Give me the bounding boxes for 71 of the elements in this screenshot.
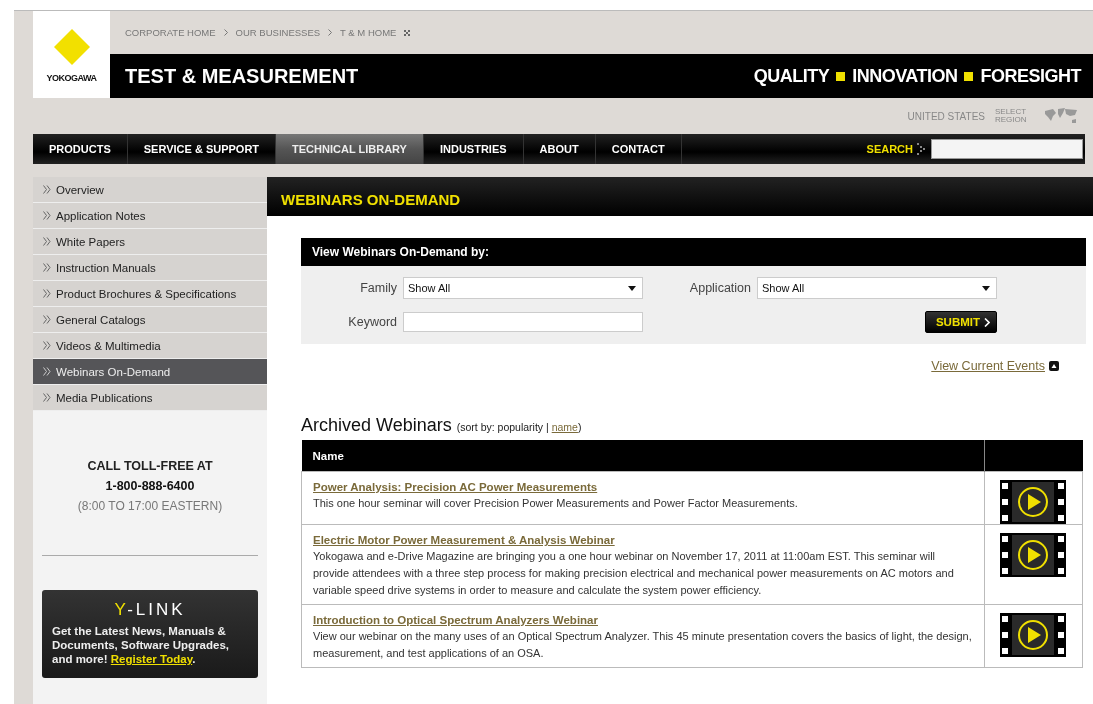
sidebar-item[interactable]: Media Publications [33,385,267,411]
video-play-icon [1000,533,1067,577]
sidebar-item[interactable]: Videos & Multimedia [33,333,267,359]
sidebar-item[interactable]: White Papers [33,229,267,255]
chevron-icon [328,29,333,36]
nav-tab[interactable]: CONTACT [595,134,682,164]
field-label: Family [360,281,397,295]
sidebar-item[interactable]: General Catalogs [33,307,267,333]
webinar-description: Yokogawa and e-Drive Magazine are bringing you a one hour webinar on November 17, 2011 at 11:00am EST. This seminar will provide attendees with a three step process for making precision electrical and mechanical power measurements on AC motors and variable speed drive systems in order to measure and calculate the system power efficiency. [313,549,955,598]
webinar-link[interactable]: Power Analysis: Precision AC Power Measurements [313,481,598,493]
square-icon [836,71,846,81]
chevron-icon [984,317,990,327]
double-chevron-icon [43,367,51,376]
tagline-word: INNOVATION [852,65,958,87]
double-chevron-icon [43,393,51,402]
current-events-link[interactable]: View Current Events [931,359,1045,373]
promo-title: Y-LINK [114,600,186,620]
up-arrow-icon [1049,361,1059,371]
square-icon [964,71,974,81]
dropdown[interactable]: Show All [757,277,997,299]
hours-text: (8:00 TO 17:00 EASTERN) [77,499,223,513]
field-label: Keyword [348,315,397,329]
webinar-description: View our webinar on the many uses of an Optical Spectrum Analyzer. This 45 minute presentation covers the basics of light, the design, measurement, and test applications of an OSA. [313,629,973,661]
search-field[interactable] [931,139,1083,159]
chevron-icon [223,29,228,36]
field-label: Application [689,281,751,295]
page-title: WEBINARS ON-DEMAND [267,177,1093,216]
video-play-icon [1000,480,1067,524]
sort-options: (sort by: popularity | name) [456,421,582,433]
nav-tab[interactable]: INDUSTRIES [423,134,524,164]
double-chevron-icon [43,211,51,220]
keyword-field[interactable] [403,312,643,332]
submit-button[interactable]: SUBMIT [924,311,997,333]
logo[interactable]: YOKOGAWA [33,11,110,98]
double-chevron-icon [43,289,51,298]
tagline-word: FORESIGHT [980,65,1081,87]
sort-link[interactable]: name [551,421,578,433]
phone-number: 1-800-888-6400 [105,479,195,493]
sidebar-item[interactable]: Overview [33,177,267,203]
nav-tab[interactable]: ABOUT [523,134,596,164]
nav-tab[interactable]: TECHNICAL LIBRARY [276,134,424,164]
tagline-word: QUALITY [753,65,830,87]
site-title: TEST & MEASUREMENT [125,64,359,88]
globe-map-icon [1043,106,1079,126]
section-title: Archived Webinars [301,415,452,436]
sidebar-item[interactable]: Application Notes [33,203,267,229]
column-header: Name [301,440,984,472]
double-chevron-icon [43,185,51,194]
webinar-description: This one hour seminar will cover Precision Power Measurements and Power Factor Measurements. [313,496,799,511]
contact-heading: CALL TOLL-FREE AT [87,459,213,473]
search-label: SEARCH [866,143,913,155]
sidebar-item[interactable]: Webinars On-Demand [33,359,267,385]
double-chevron-icon [43,341,51,350]
dropdown[interactable]: Show All [403,277,643,299]
double-chevron-icon [43,237,51,246]
panel-heading: View Webinars On-Demand by: [301,238,1086,266]
region-label: UNITED STATES [907,110,985,122]
sidebar-item[interactable]: Product Brochures & Specifications [33,281,267,307]
sidebar-item[interactable]: Instruction Manuals [33,255,267,281]
caret-icon [628,285,636,291]
caret-icon [982,285,990,291]
dots-icon [404,29,411,36]
double-chevron-icon [43,263,51,272]
webinar-link[interactable]: Introduction to Optical Spectrum Analyzers Webinar [313,614,598,626]
dotted-arrow-icon [917,142,925,156]
webinar-link[interactable]: Electric Motor Power Measurement & Analysis Webinar [313,534,615,546]
double-chevron-icon [43,315,51,324]
video-play-icon [1000,613,1067,657]
promo-text: Get the Latest News, Manuals & Documents, Software Upgrades, and more! Register Today. [52,624,230,666]
nav-tab[interactable]: PRODUCTS [33,134,128,164]
logo-text: YOKOGAWA [46,72,97,83]
